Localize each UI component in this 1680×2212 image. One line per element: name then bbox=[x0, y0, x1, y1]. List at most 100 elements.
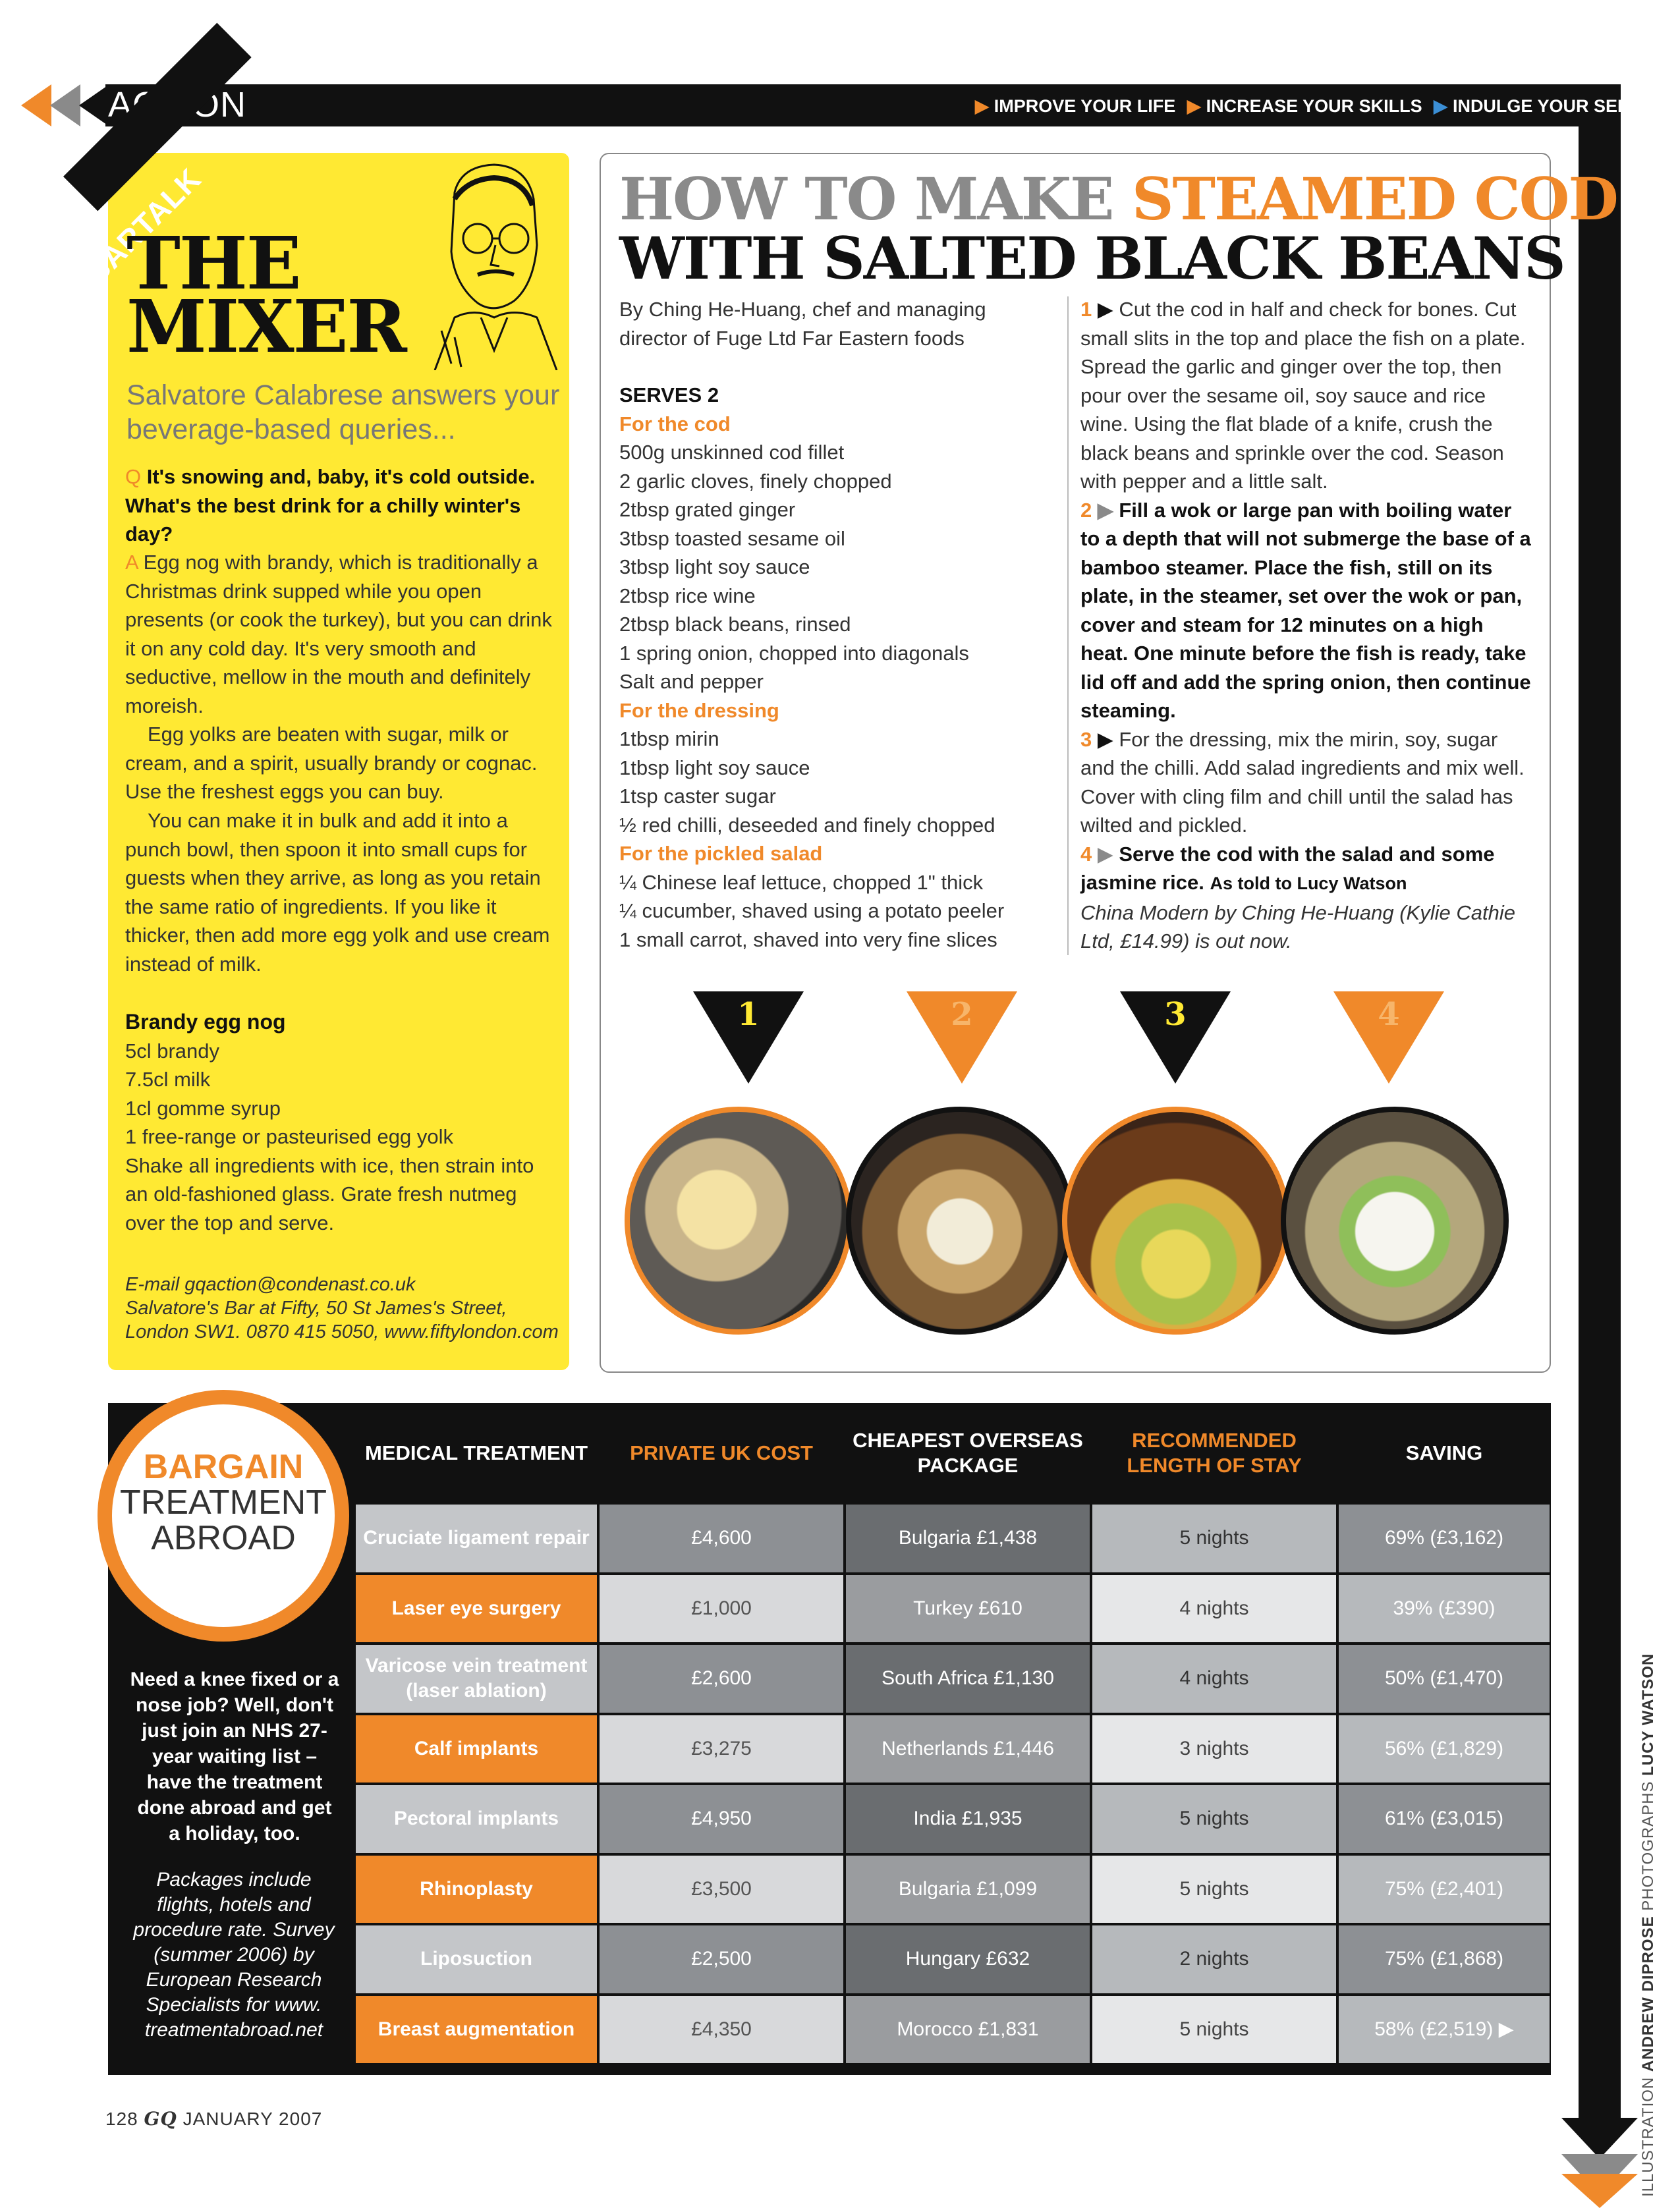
step-3-triangle-number: 3 bbox=[1164, 996, 1187, 1033]
ingredient: 3tbsp light soy sauce bbox=[619, 555, 810, 578]
cell-package: India £1,935 bbox=[846, 1785, 1090, 1853]
cell-package: Bulgaria £1,099 bbox=[846, 1855, 1090, 1923]
ingredient: 1tbsp light soy sauce bbox=[619, 756, 810, 779]
section-heading: For the cod bbox=[619, 412, 731, 435]
step-4-triangle-number: 4 bbox=[1378, 996, 1400, 1033]
step-text: For the dressing, mix the mirin, soy, su… bbox=[1080, 727, 1525, 837]
page-number: 128 bbox=[105, 2109, 138, 2129]
cell-uk-cost: £4,600 bbox=[600, 1505, 843, 1572]
chevron-left-orange-icon bbox=[21, 84, 51, 126]
ingredient: ¼ Chinese leaf lettuce, chopped 1" thick bbox=[619, 870, 984, 894]
step-1: 1 ▶ Cut the cod in half and check for bo… bbox=[1080, 295, 1535, 496]
mixer-answer-p2: Egg yolks are beaten with sugar, milk or… bbox=[125, 723, 538, 803]
cell-uk-cost: £2,500 bbox=[600, 1925, 843, 1993]
col-header-treatment: MEDICAL TREATMENT bbox=[364, 1441, 588, 1464]
cell-treatment: Liposuction bbox=[356, 1925, 597, 1993]
q-marker: Q bbox=[125, 465, 142, 488]
play-arrow-icon: ▶ bbox=[1434, 96, 1447, 116]
cell-saving: 50% (£1,470) bbox=[1339, 1645, 1550, 1713]
step-2-triangle-number: 2 bbox=[951, 996, 973, 1033]
cell-uk-cost: £1,000 bbox=[600, 1574, 843, 1642]
answer-text-1: Egg nog with brandy, which is traditiona… bbox=[125, 551, 552, 717]
cell-stay: 5 nights bbox=[1092, 1995, 1336, 2063]
ingredient: 2tbsp grated ginger bbox=[619, 498, 796, 521]
eggnog-line: 1cl gomme syrup bbox=[125, 1096, 281, 1120]
contact-email[interactable]: E-mail gqaction@condenast.co.uk bbox=[125, 1273, 560, 1296]
step-arrow-icon: ▶ bbox=[1092, 842, 1119, 866]
nav-item-improve: IMPROVE YOUR LIFE bbox=[994, 96, 1176, 116]
cell-uk-cost: £2,600 bbox=[600, 1645, 843, 1713]
cell-stay: 2 nights bbox=[1092, 1925, 1336, 1993]
step-3: 3 ▶ For the dressing, mix the mirin, soy… bbox=[1080, 725, 1535, 840]
nav-item-increase: INCREASE YOUR SKILLS bbox=[1206, 96, 1422, 116]
eggnog-recipe: Brandy egg nog 5cl brandy 7.5cl milk 1cl… bbox=[125, 1008, 560, 1237]
ingredient: 2 garlic cloves, finely chopped bbox=[619, 469, 892, 493]
a-marker: A bbox=[125, 551, 138, 574]
right-rail bbox=[1579, 84, 1621, 2123]
section-heading: For the dressing bbox=[619, 698, 779, 722]
cell-saving: 58% (£2,519) ▶ bbox=[1339, 1995, 1550, 2063]
eggnog-line: 7.5cl milk bbox=[125, 1068, 211, 1091]
cell-saving: 39% (£390) bbox=[1339, 1574, 1550, 1642]
cell-stay: 5 nights bbox=[1092, 1785, 1336, 1853]
cell-package: Netherlands £1,446 bbox=[846, 1715, 1090, 1783]
cell-saving: 69% (£3,162) bbox=[1339, 1505, 1550, 1572]
ingredient: 1 small carrot, shaved into very fine sl… bbox=[619, 927, 997, 951]
badge-line2: TREATMENT bbox=[120, 1483, 327, 1522]
cell-stay: 5 nights bbox=[1092, 1505, 1336, 1572]
recipe-title-dish: STEAMED COD bbox=[1131, 165, 1619, 233]
cell-treatment: Breast augmentation bbox=[356, 1995, 597, 2063]
photo-credit: ILLUSTRATION ANDREW DIPROSE PHOTOGRAPHS … bbox=[1639, 1653, 1658, 2197]
eggnog-line: 5cl brandy bbox=[125, 1039, 220, 1063]
col-header-stay: RECOMMENDED LENGTH OF STAY bbox=[1127, 1429, 1302, 1477]
bargain-badge-text: BARGAIN TREATMENT ABROAD bbox=[112, 1449, 335, 1556]
ingredient: ¼ cucumber, shaved using a potato peeler bbox=[619, 899, 1005, 922]
eggnog-line: 1 free-range or pasteurised egg yolk bbox=[125, 1125, 454, 1148]
cell-treatment: Varicose vein treatment (laser ablation) bbox=[356, 1645, 597, 1713]
step-number: 2 bbox=[1080, 498, 1092, 522]
credit-label: ILLUSTRATION bbox=[1639, 2076, 1657, 2197]
mixer-contact: E-mail gqaction@condenast.co.uk Salvator… bbox=[125, 1273, 560, 1344]
credit-name: LUCY WATSON bbox=[1639, 1653, 1657, 1776]
cell-saving: 56% (£1,829) bbox=[1339, 1715, 1550, 1783]
cell-uk-cost: £4,950 bbox=[600, 1785, 843, 1853]
section-heading: For the pickled salad bbox=[619, 842, 823, 865]
recipe-title-line2: WITH SALTED BLACK BEANS bbox=[619, 224, 1566, 292]
cell-treatment: Pectoral implants bbox=[356, 1785, 597, 1853]
cell-treatment: Rhinoplasty bbox=[356, 1855, 597, 1923]
question-text: It's snowing and, baby, it's cold outsid… bbox=[125, 465, 536, 545]
badge-line3: ABROAD bbox=[151, 1519, 296, 1557]
cell-uk-cost: £3,500 bbox=[600, 1855, 843, 1923]
serves: SERVES 2 bbox=[619, 383, 719, 406]
mixer-title-line2: MIXER bbox=[126, 284, 407, 369]
step-arrow-icon: ▶ bbox=[1092, 727, 1119, 751]
mixer-subtitle: Salvatore Calabrese answers your beverag… bbox=[126, 379, 560, 445]
cell-stay: 4 nights bbox=[1092, 1574, 1336, 1642]
cell-uk-cost: £3,275 bbox=[600, 1715, 843, 1783]
cell-stay: 4 nights bbox=[1092, 1645, 1336, 1713]
ingredient: 2tbsp black beans, rinsed bbox=[619, 613, 851, 636]
rail-arrow-orange-icon bbox=[1561, 2174, 1638, 2208]
cell-package: Morocco £1,831 bbox=[846, 1995, 1090, 2063]
step-3-photo bbox=[1062, 1107, 1290, 1335]
page-footer: 128 GQ JANUARY 2007 bbox=[105, 2108, 322, 2130]
step-arrow-icon: ▶ bbox=[1092, 498, 1119, 522]
step-text: Cut the cod in half and check for bones.… bbox=[1080, 298, 1526, 493]
recipe-byline: By Ching He-Huang, chef and managing dir… bbox=[619, 298, 986, 350]
chevron-left-grey-icon bbox=[50, 84, 80, 126]
step-4-photo bbox=[1281, 1107, 1509, 1335]
column-divider bbox=[1067, 296, 1069, 955]
badge-line1: BARGAIN bbox=[143, 1448, 304, 1486]
cell-package: Turkey £610 bbox=[846, 1574, 1090, 1642]
step-2-photo bbox=[846, 1107, 1074, 1335]
play-arrow-icon: ▶ bbox=[1187, 96, 1201, 116]
mixer-answer-p3: You can make it in bulk and add it into … bbox=[125, 809, 550, 976]
step-2: 2 ▶ Fill a wok or large pan with boiling… bbox=[1080, 496, 1535, 725]
cell-treatment: Laser eye surgery bbox=[356, 1574, 597, 1642]
cell-package: Bulgaria £1,438 bbox=[846, 1505, 1090, 1572]
magazine-name: GQ bbox=[144, 2108, 177, 2130]
col-header-uk-cost: PRIVATE UK COST bbox=[630, 1441, 813, 1464]
bargain-intro: Need a knee fixed or a nose job? Well, d… bbox=[130, 1669, 339, 1844]
cell-package: South Africa £1,130 bbox=[846, 1645, 1090, 1713]
step-arrow-icon: ▶ bbox=[1092, 298, 1119, 321]
